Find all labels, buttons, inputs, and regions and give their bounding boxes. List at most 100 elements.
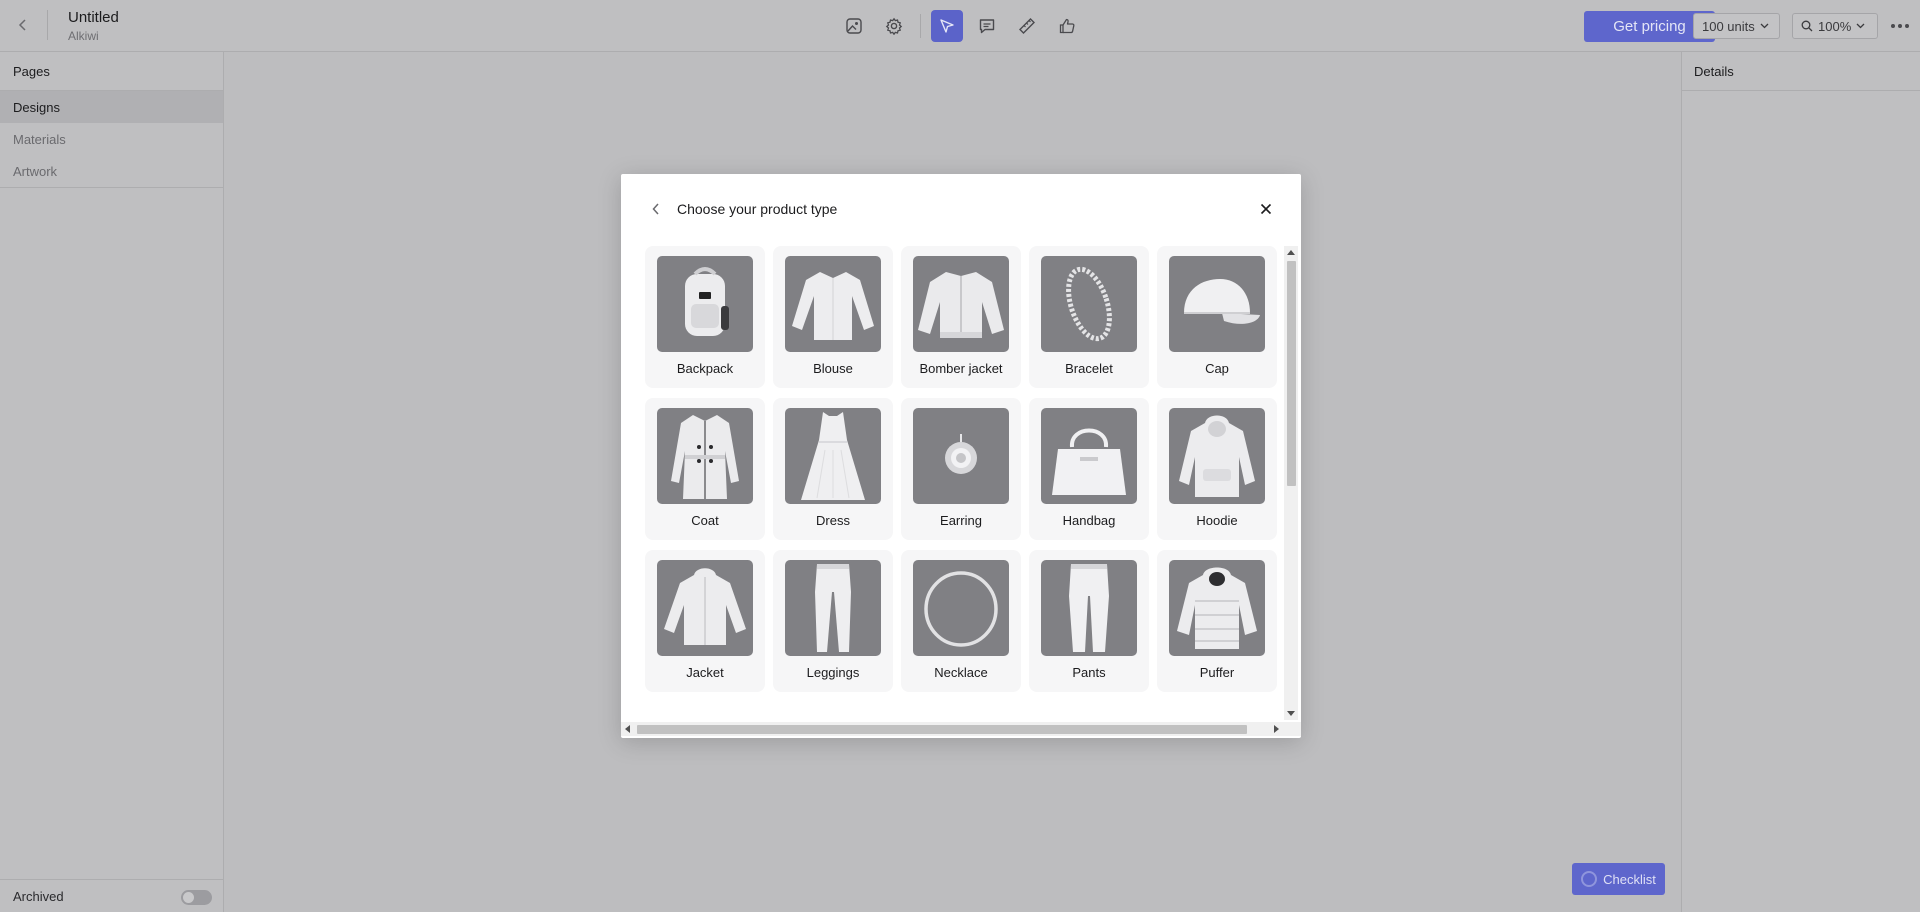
puffer-image (1169, 560, 1265, 656)
chevron-left-icon (652, 203, 659, 215)
details-heading: Details (1682, 52, 1920, 91)
toggle-knob (183, 892, 194, 903)
comment-icon (979, 19, 995, 34)
document-subtitle: Alkiwi (68, 29, 99, 43)
settings-tool-button[interactable] (878, 10, 910, 42)
header-divider (47, 10, 48, 40)
product-label: Blouse (813, 361, 853, 376)
product-card-dress[interactable]: Dress (773, 398, 893, 540)
units-dropdown[interactable]: 100 units (1693, 13, 1780, 39)
chevron-down-icon (1856, 23, 1865, 29)
more-horizontal-icon (1891, 24, 1909, 28)
ruler-icon (1019, 18, 1035, 34)
earring-image (913, 408, 1009, 504)
product-card-leggings[interactable]: Leggings (773, 550, 893, 692)
dress-icon (801, 412, 865, 500)
product-label: Earring (940, 513, 982, 528)
product-label: Bracelet (1065, 361, 1113, 376)
approve-tool-button[interactable] (1051, 10, 1083, 42)
scroll-left-arrow-icon[interactable] (625, 725, 630, 733)
more-options-button[interactable] (1887, 14, 1913, 38)
chevron-down-icon (1760, 23, 1769, 29)
product-card-handbag[interactable]: Handbag (1029, 398, 1149, 540)
product-card-jacket[interactable]: Jacket (645, 550, 765, 692)
modal-back-button[interactable] (647, 200, 665, 218)
product-card-hoodie[interactable]: Hoodie (1157, 398, 1277, 540)
hoodie-icon (1179, 415, 1255, 497)
horizontal-scroll-thumb[interactable] (637, 725, 1247, 734)
scroll-up-arrow-icon[interactable] (1287, 250, 1295, 255)
modal-close-button[interactable] (1257, 200, 1275, 218)
hoodie-image (1169, 408, 1265, 504)
progress-ring-icon (1581, 871, 1598, 887)
coat-icon (671, 415, 739, 499)
back-button[interactable] (12, 14, 34, 36)
pages-panel: Pages Designs Materials Artwork Archived (0, 52, 224, 912)
product-card-cap[interactable]: Cap (1157, 246, 1277, 388)
toolbar-divider (920, 14, 921, 38)
page-item-artwork[interactable]: Artwork (0, 155, 223, 187)
leggings-icon (815, 564, 851, 652)
chevron-left-icon (18, 19, 26, 31)
product-card-blouse[interactable]: Blouse (773, 246, 893, 388)
bracelet-icon (1066, 266, 1112, 342)
product-label: Pants (1072, 665, 1106, 680)
product-label: Bomber jacket (919, 361, 1003, 376)
product-card-pants[interactable]: Pants (1029, 550, 1149, 692)
vertical-scroll-thumb[interactable] (1287, 261, 1296, 486)
gear-icon (885, 17, 903, 35)
product-card-bracelet[interactable]: Bracelet (1029, 246, 1149, 388)
product-card-backpack[interactable]: Backpack (645, 246, 765, 388)
units-value: 100 units (1702, 18, 1755, 34)
necklace-icon (924, 571, 998, 647)
product-card-bomber-jacket[interactable]: Bomber jacket (901, 246, 1021, 388)
zoom-dropdown[interactable]: 100% (1792, 13, 1878, 39)
product-label: Necklace (934, 665, 988, 680)
product-card-puffer[interactable]: Puffer (1157, 550, 1277, 692)
coat-image (657, 408, 753, 504)
page-item-designs[interactable]: Designs (0, 91, 223, 123)
product-label: Backpack (676, 361, 734, 376)
handbag-image (1041, 408, 1137, 504)
document-title-group: Untitled Alkiwi (68, 9, 119, 44)
backpack-icon (685, 267, 729, 336)
archived-row: Archived (0, 879, 224, 912)
scroll-right-arrow-icon[interactable] (1274, 725, 1279, 733)
product-label: Cap (1205, 361, 1229, 376)
product-grid-viewport: Backpack Blouse Bomber jacket Bracelet C… (643, 246, 1283, 694)
product-label: Jacket (686, 665, 724, 680)
jacket-image (657, 560, 753, 656)
comment-tool-button[interactable] (971, 10, 1003, 42)
blouse-icon (792, 272, 874, 340)
product-card-necklace[interactable]: Necklace (901, 550, 1021, 692)
cursor-arrow-icon (940, 19, 954, 33)
select-tool-button[interactable] (931, 10, 963, 42)
modal-header: Choose your product type (621, 174, 1301, 246)
product-label: Hoodie (1196, 513, 1238, 528)
top-bar: Untitled Alkiwi Get pricing 100 units 10… (0, 0, 1920, 52)
necklace-image (913, 560, 1009, 656)
cap-image (1169, 256, 1265, 352)
earring-icon (945, 434, 977, 474)
product-label: Coat (691, 513, 719, 528)
page-item-materials[interactable]: Materials (0, 123, 223, 155)
close-icon (1260, 203, 1272, 215)
modal-title: Choose your product type (677, 201, 838, 217)
document-title[interactable]: Untitled (68, 9, 119, 27)
toolbar (838, 10, 1083, 42)
horizontal-scrollbar[interactable] (621, 722, 1301, 736)
scroll-down-arrow-icon[interactable] (1287, 711, 1295, 716)
bomber-jacket-icon (918, 272, 1004, 338)
details-panel: Details (1681, 52, 1920, 912)
vertical-scrollbar[interactable] (1284, 246, 1298, 720)
archived-toggle[interactable] (181, 890, 212, 905)
product-label: Puffer (1199, 665, 1235, 680)
measure-tool-button[interactable] (1011, 10, 1043, 42)
blouse-image (785, 256, 881, 352)
dress-image (785, 408, 881, 504)
product-card-earring[interactable]: Earring (901, 398, 1021, 540)
image-tool-button[interactable] (838, 10, 870, 42)
checklist-button[interactable]: Checklist (1572, 863, 1665, 895)
bomber-jacket-image (913, 256, 1009, 352)
product-card-coat[interactable]: Coat (645, 398, 765, 540)
